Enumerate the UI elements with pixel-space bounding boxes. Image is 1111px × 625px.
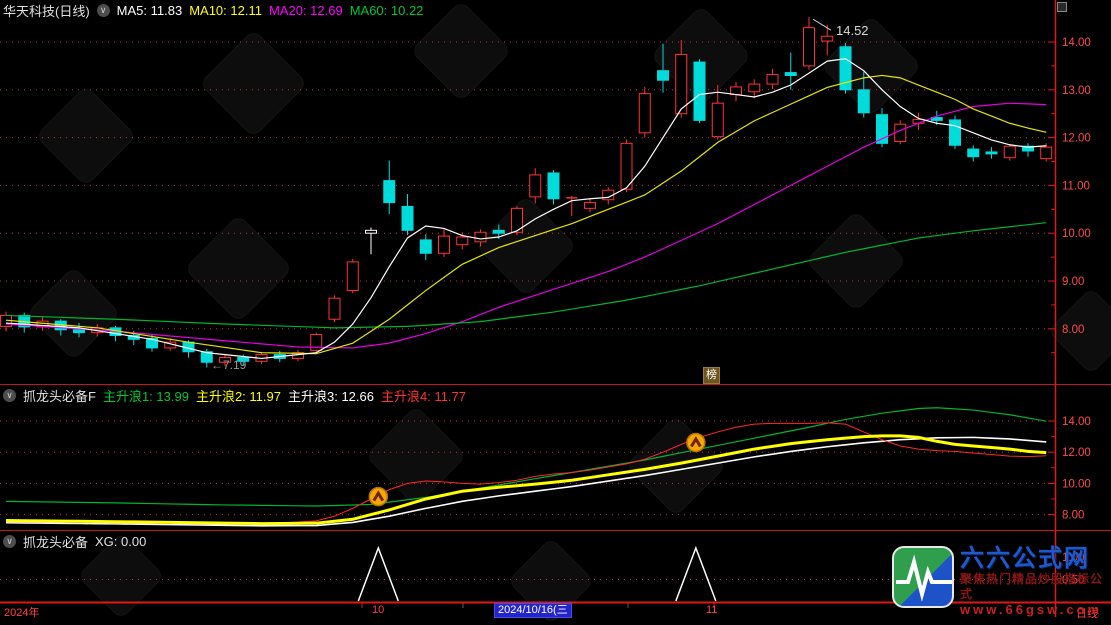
panel2-header: ∨ 抓龙头必备F 主升浪1: 13.99 主升浪2: 11.97 主升浪3: 1… — [3, 386, 466, 405]
ma5-value: MA5: 11.83 — [117, 3, 183, 18]
zhushenglang4-value: 主升浪4: 11.77 — [381, 386, 466, 405]
price-label: 13.00 — [1062, 85, 1091, 97]
candle-body — [950, 120, 961, 145]
indicator-line-主升浪3 — [6, 437, 1046, 525]
site-url: www.66gsw.com — [960, 602, 1111, 617]
ma60-value: MA60: 10.22 — [350, 3, 424, 18]
price-low-annotation: ←7.19 — [211, 358, 246, 372]
candle-body — [530, 175, 541, 197]
candle-body — [712, 103, 723, 136]
candle-body — [767, 75, 778, 85]
ma20-value: MA20: 12.69 — [269, 3, 343, 18]
xaxis-month-october: 10 — [372, 604, 384, 616]
candle-body — [822, 36, 833, 41]
window-control-icon[interactable] — [1057, 2, 1067, 12]
candle-body — [475, 232, 486, 242]
indicator2-title: 抓龙头必备 — [23, 532, 88, 551]
price-label: 14.00 — [1062, 416, 1091, 428]
stock-app-screen: 14.00 13.00 12.00 11.00 10.00 9.00 8.00 14.00 12… — [0, 0, 1111, 617]
candle-body — [347, 262, 358, 291]
candle-body — [329, 298, 340, 319]
zhushenglang1-value: 主升浪1: 13.99 — [103, 386, 189, 405]
zhushenglang3-value: 主升浪3: 12.66 — [288, 386, 374, 405]
site-name: 六六公式网 — [960, 546, 1111, 572]
candle-body — [402, 206, 413, 230]
chart-canvas: 14.00 13.00 12.00 11.00 10.00 9.00 8.00 14.00 12… — [0, 0, 1111, 617]
price-label: 8.00 — [1062, 510, 1084, 522]
candle-body — [1041, 147, 1052, 158]
candle-body — [968, 149, 979, 157]
candle-body — [804, 28, 815, 66]
site-logo-icon — [892, 546, 954, 608]
collapse-chevron-icon[interactable]: ∨ — [3, 535, 16, 548]
candle-body — [639, 94, 650, 133]
price-high-annotation: 14.52 — [836, 23, 869, 38]
xaxis-year-label: 2024年 — [4, 604, 39, 620]
indicator-line-主升浪4 — [6, 423, 1046, 524]
candle-body — [74, 330, 85, 333]
candle-body — [384, 181, 395, 203]
collapse-chevron-icon[interactable]: ∨ — [97, 4, 110, 17]
candle-body — [420, 240, 431, 253]
annotation-pointer — [813, 19, 831, 30]
zhushenglang2-value: 主升浪2: 11.97 — [196, 386, 281, 405]
candle-body — [493, 230, 504, 233]
candle-body — [457, 237, 468, 245]
candle-body — [439, 236, 450, 253]
selected-date-box: 2024/10/16(三 — [494, 603, 572, 618]
ma-line-MA10 — [6, 75, 1046, 353]
candle-body — [1004, 146, 1015, 157]
candle-body — [676, 54, 687, 113]
ma-line-MA5 — [6, 59, 1046, 359]
stock-title: 华天科技(日线) — [3, 1, 90, 20]
candle-body — [986, 152, 997, 154]
candle-body — [366, 230, 377, 233]
panel1-header: 华天科技(日线) ∨ MA5: 11.83 MA10: 12.11 MA20: … — [3, 1, 423, 20]
xaxis-month-november: 11 — [706, 604, 717, 616]
candle-body — [785, 73, 796, 76]
xg-value: XG: 0.00 — [95, 534, 146, 549]
signal-triangle — [358, 548, 398, 601]
bang-tag[interactable]: 榜 — [703, 367, 720, 384]
site-slogan: 聚焦热门精品炒股指标公式 — [960, 572, 1111, 602]
candle-body — [731, 87, 742, 95]
price-label: 12.00 — [1062, 447, 1091, 459]
indicator1-title: 抓龙头必备F — [23, 386, 96, 405]
price-label: 11.00 — [1062, 180, 1090, 192]
price-label: 12.00 — [1062, 133, 1091, 145]
price-label: 9.00 — [1062, 276, 1084, 288]
candle-body — [694, 62, 705, 120]
price-label: 10.00 — [1062, 478, 1091, 490]
candle-body — [749, 84, 760, 92]
collapse-chevron-icon[interactable]: ∨ — [3, 389, 16, 402]
price-label: 10.00 — [1062, 228, 1091, 240]
site-watermark: 六六公式网 聚焦热门精品炒股指标公式 www.66gsw.com — [892, 546, 1111, 617]
price-label: 8.00 — [1062, 324, 1084, 336]
price-label: 14.00 — [1062, 37, 1091, 49]
candle-body — [858, 90, 869, 113]
candle-body — [658, 71, 669, 81]
signal-triangle — [676, 548, 716, 601]
candle-body — [548, 173, 559, 199]
indicator-line-主升浪1 — [6, 408, 1046, 506]
panel3-header: ∨ 抓龙头必备 XG: 0.00 — [3, 532, 146, 551]
candle-body — [585, 203, 596, 209]
ma10-value: MA10: 12.11 — [189, 3, 262, 18]
